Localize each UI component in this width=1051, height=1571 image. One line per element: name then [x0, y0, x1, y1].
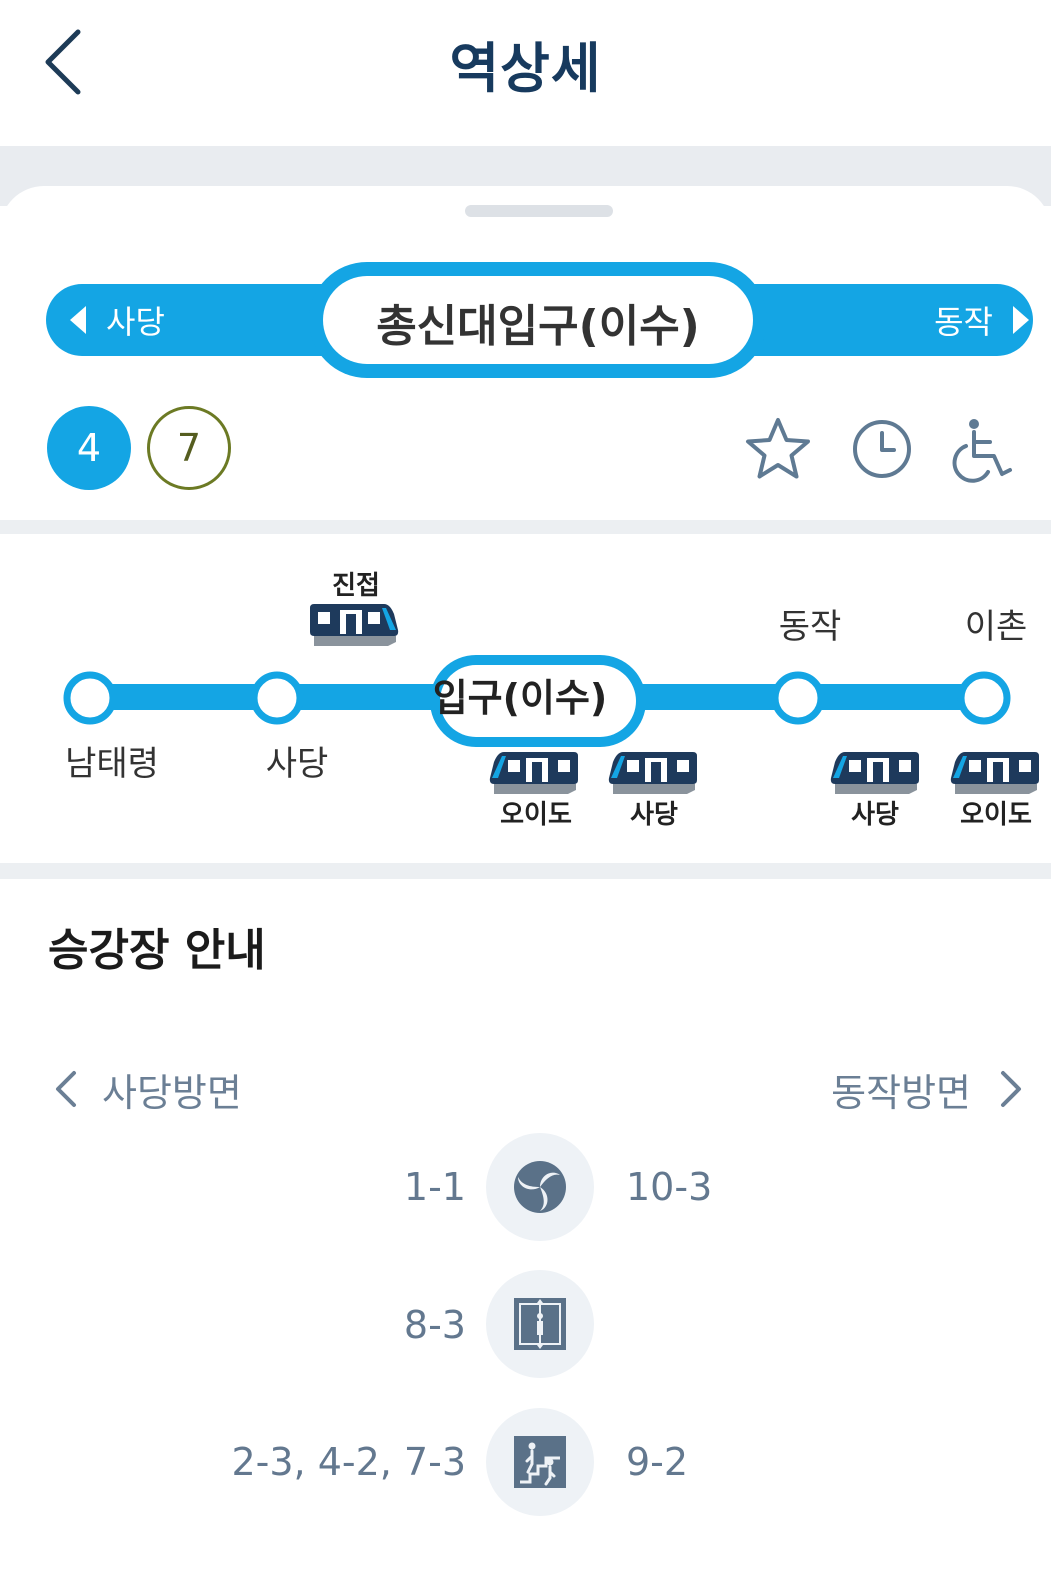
train-icon[interactable]	[830, 752, 919, 794]
section-divider	[0, 863, 1051, 879]
approach-label: 진접	[332, 571, 380, 601]
facility-left-cars: 8-3	[403, 1303, 466, 1347]
train-destination-label: 사당	[851, 800, 899, 830]
sheet-drag-handle[interactable]	[465, 205, 613, 217]
facility-elevator[interactable]	[486, 1270, 594, 1378]
facility-escalator[interactable]	[486, 1408, 594, 1516]
triangle-left-icon	[70, 306, 86, 334]
direction-left-label: 사당방면	[102, 1070, 242, 1115]
elevator-icon	[514, 1298, 566, 1350]
train-approaching-icon[interactable]	[310, 604, 399, 646]
current-station-name: 총신대입구(이수)	[376, 301, 700, 352]
facility-left-cars: 2-3, 4-2, 7-3	[231, 1440, 466, 1484]
map-station-label: 남태령	[65, 744, 159, 784]
star-icon	[746, 418, 810, 479]
page-title: 역상세	[449, 37, 602, 100]
line-7-badge[interactable]: 7	[147, 406, 231, 490]
next-station-button[interactable]: 동작	[934, 298, 1029, 342]
route-map: 입구(이수) 남태령 사당 동작 이촌 진접 오이도 사당 사당 오이도	[63, 571, 1039, 830]
escalator-icon	[514, 1436, 566, 1488]
train-destination-label: 사당	[630, 800, 678, 830]
section-divider	[0, 520, 1051, 534]
next-station-label: 동작	[934, 303, 993, 341]
wheelchair-icon	[952, 419, 1012, 483]
station-node[interactable]	[250, 671, 304, 725]
train-icon[interactable]	[608, 752, 697, 794]
facility-left-cars: 1-1	[403, 1165, 466, 1209]
train-icon[interactable]	[489, 752, 578, 794]
clock-icon	[853, 420, 911, 478]
train-icon[interactable]	[950, 752, 1039, 794]
map-station-label: 사당	[266, 744, 329, 784]
direction-right-button[interactable]: 동작방면	[831, 1064, 1027, 1115]
map-station-label: 이촌	[965, 607, 1028, 647]
station-node[interactable]	[957, 671, 1011, 725]
map-current-station-label: 입구(이수)	[433, 676, 608, 720]
station-node[interactable]	[771, 671, 825, 725]
station-node[interactable]	[63, 671, 117, 725]
triangle-right-icon	[1013, 306, 1029, 334]
favorite-button[interactable]	[741, 412, 815, 486]
facility-right-cars: 10-3	[626, 1165, 713, 1209]
prev-station-button[interactable]: 사당	[70, 298, 165, 342]
facility-transfer[interactable]	[486, 1133, 594, 1241]
line-4-badge[interactable]: 4	[47, 406, 131, 490]
transfer-icon	[514, 1161, 566, 1213]
prev-station-label: 사당	[106, 303, 165, 341]
platform-guide-title: 승강장 안내	[48, 925, 266, 976]
timetable-button[interactable]	[845, 412, 919, 486]
train-destination-label: 오이도	[960, 800, 1032, 830]
map-station-label: 동작	[779, 607, 842, 647]
train-destination-label: 오이도	[500, 800, 572, 830]
chevron-left-icon	[56, 1071, 76, 1107]
direction-left-button[interactable]: 사당방면	[50, 1064, 242, 1115]
direction-right-label: 동작방면	[831, 1070, 971, 1115]
accessibility-button[interactable]	[944, 412, 1018, 486]
facility-right-cars: 9-2	[626, 1440, 689, 1484]
chevron-right-icon	[1001, 1071, 1021, 1107]
